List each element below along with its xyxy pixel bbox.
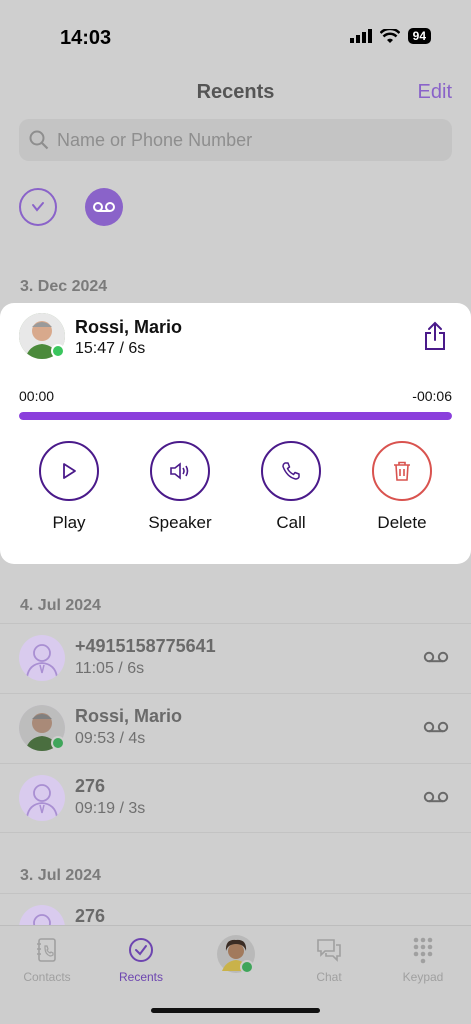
cellular-signal-icon: [349, 29, 372, 43]
tab-chat[interactable]: Chat: [289, 934, 369, 984]
phone-icon: [282, 462, 300, 480]
search-placeholder: Name or Phone Number: [57, 129, 253, 150]
section-date: 4. Jul 2024: [20, 597, 101, 614]
tab-recents[interactable]: Recents: [101, 934, 181, 984]
speaker-icon: [170, 462, 189, 480]
status-bar: 14:03 94: [0, 0, 471, 70]
online-status-dot: [51, 344, 65, 358]
avatar: [19, 775, 65, 821]
tab-recents-label: Recents: [118, 970, 164, 984]
search-icon: [29, 130, 49, 150]
recents-icon: [129, 938, 153, 962]
share-icon: [425, 321, 445, 350]
voicemail-icon: [93, 202, 115, 212]
playback-progress-bar[interactable]: [19, 412, 452, 420]
tab-profile[interactable]: [196, 934, 276, 978]
online-status-dot: [51, 736, 65, 750]
call-log-icon: [32, 202, 44, 212]
filter-bar: [19, 188, 123, 226]
delete-button[interactable]: Delete: [352, 441, 452, 533]
row-name: 276: [75, 906, 106, 926]
speaker-label: Speaker: [148, 513, 212, 532]
voicemail-player-card: Rossi, Mario 15:47 / 6s 00:00 -00:06 Pla…: [0, 303, 471, 564]
nav-header: Recents Edit: [0, 78, 471, 108]
list-item[interactable]: Rossi, Mario 09:53 / 4s: [0, 693, 471, 763]
tab-chat-label: Chat: [316, 970, 342, 984]
section-date: 3. Dec 2024: [20, 278, 108, 295]
delete-label: Delete: [377, 513, 427, 532]
row-name: +4915158775641: [75, 636, 216, 656]
playback-progress-fill: [19, 412, 452, 420]
call-time-duration: 15:47 / 6s: [75, 340, 146, 357]
share-button[interactable]: [423, 321, 447, 356]
speaker-button[interactable]: Speaker: [130, 441, 230, 533]
tab-keypad-label: Keypad: [402, 970, 444, 984]
section-date: 3. Jul 2024: [20, 867, 101, 884]
list-item[interactable]: +4915158775641 11:05 / 6s: [0, 623, 471, 693]
battery-indicator: 94: [407, 28, 431, 44]
filter-all-calls-button[interactable]: [19, 188, 57, 226]
avatar: [19, 635, 65, 681]
remaining-time: -00:06: [412, 388, 452, 404]
row-meta: 09:53 / 4s: [75, 730, 146, 747]
default-person-icon: [26, 644, 58, 678]
play-icon: [63, 463, 76, 479]
home-indicator: [151, 1008, 320, 1013]
filter-voicemail-button[interactable]: [85, 188, 123, 226]
default-person-icon: [26, 784, 58, 818]
call-label: Call: [276, 513, 306, 532]
row-name: Rossi, Mario: [75, 706, 183, 726]
tab-contacts[interactable]: Contacts: [7, 934, 87, 984]
voicemail-icon: [423, 651, 449, 663]
row-name: 276: [75, 776, 106, 796]
call-button[interactable]: Call: [241, 441, 341, 533]
tab-contacts-label: Contacts: [23, 970, 71, 984]
list-item[interactable]: 276 09:19 / 3s: [0, 763, 471, 833]
trash-icon: [394, 461, 410, 481]
chat-icon: [317, 939, 341, 962]
row-meta: 11:05 / 6s: [75, 660, 145, 677]
play-label: Play: [52, 513, 86, 532]
voicemail-icon: [423, 791, 449, 803]
online-status-dot: [240, 960, 254, 974]
search-input[interactable]: Name or Phone Number: [19, 119, 452, 161]
edit-button[interactable]: Edit: [418, 81, 452, 104]
contacts-book-icon: [37, 938, 56, 962]
play-button[interactable]: Play: [19, 441, 119, 533]
contact-name: Rossi, Mario: [75, 317, 183, 337]
elapsed-time: 00:00: [19, 388, 55, 404]
page-title: Recents: [196, 81, 275, 103]
voicemail-icon: [423, 721, 449, 733]
keypad-icon: [413, 937, 433, 964]
tab-keypad[interactable]: Keypad: [383, 934, 463, 984]
wifi-icon: [379, 28, 400, 43]
row-meta: 09:19 / 3s: [75, 800, 146, 817]
status-time: 14:03: [60, 27, 112, 49]
